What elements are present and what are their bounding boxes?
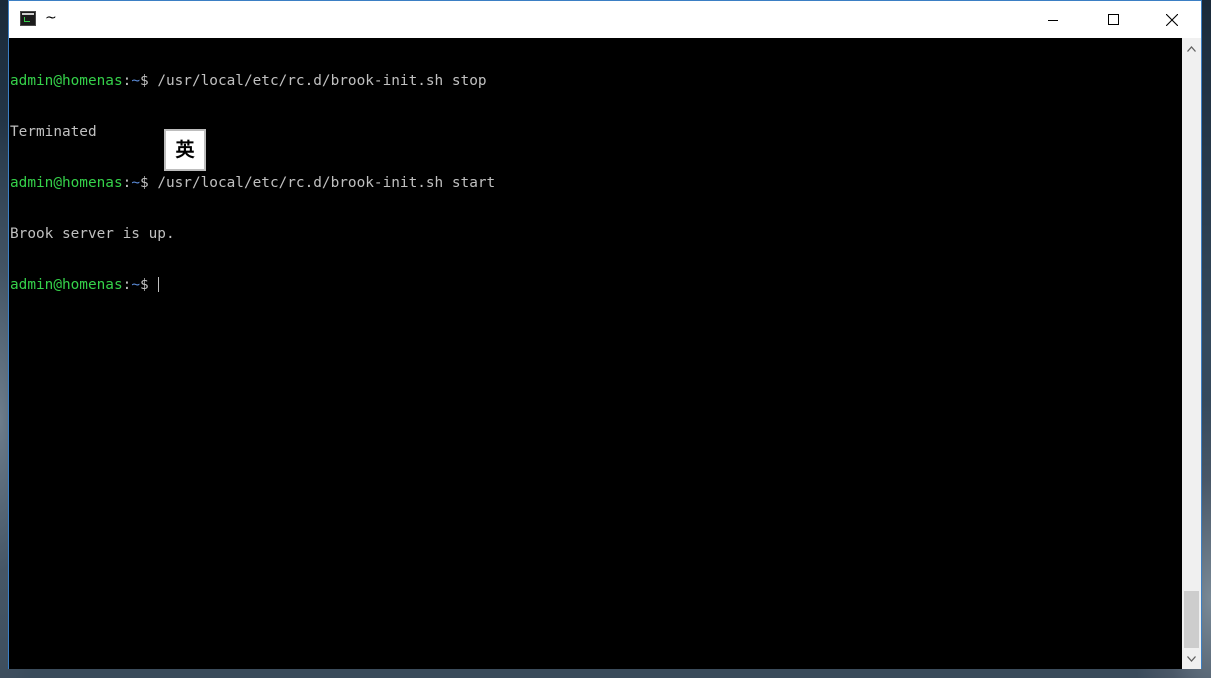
prompt-path: ~ [131, 175, 140, 191]
scrollbar-thumb[interactable] [1184, 591, 1199, 648]
prompt-separator: : [122, 73, 132, 89]
prompt-separator: : [122, 277, 132, 293]
terminal-line-prompt: admin@homenas:~$ /usr/local/etc/rc.d/bro… [10, 175, 1182, 192]
prompt-user: admin@homenas [10, 175, 123, 191]
terminal-output[interactable]: admin@homenas:~$ /usr/local/etc/rc.d/bro… [9, 38, 1182, 669]
maximize-button[interactable] [1084, 1, 1142, 38]
prompt-symbol: $ [139, 73, 158, 89]
window-title: ~ [45, 10, 57, 26]
scroll-down-button[interactable] [1182, 650, 1201, 667]
text-cursor [158, 277, 160, 292]
command-text: /usr/local/etc/rc.d/brook-init.sh stop [157, 73, 487, 89]
scroll-down-icon [1187, 655, 1196, 662]
vertical-scrollbar[interactable] [1182, 38, 1201, 669]
command-text: /usr/local/etc/rc.d/brook-init.sh start [157, 175, 496, 191]
maximize-icon [1107, 14, 1119, 25]
prompt-user: admin@homenas [10, 73, 123, 89]
terminal-app-icon[interactable] [20, 11, 36, 26]
prompt-separator: : [122, 175, 132, 191]
prompt-symbol: $ [139, 277, 158, 293]
prompt-path: ~ [131, 73, 140, 89]
title-bar[interactable]: ~ [9, 1, 1201, 38]
prompt-path: ~ [131, 277, 140, 293]
terminal-line-prompt-active[interactable]: admin@homenas:~$ [10, 277, 1182, 294]
minimize-button[interactable] [1024, 1, 1082, 38]
terminal-window: ~ admin@homenas:~$ /usr/local/etc/rc.d/b… [8, 0, 1202, 669]
prompt-symbol: $ [139, 175, 158, 191]
prompt-user: admin@homenas [10, 277, 123, 293]
terminal-line-output: Brook server is up. [10, 226, 175, 242]
ime-mode-indicator: 英 [164, 129, 206, 171]
scroll-up-icon [1187, 45, 1196, 52]
minimize-icon [1048, 19, 1058, 21]
scroll-up-button[interactable] [1182, 40, 1201, 57]
close-button[interactable] [1143, 1, 1201, 38]
terminal-line-prompt: admin@homenas:~$ /usr/local/etc/rc.d/bro… [10, 73, 1182, 90]
close-icon [1166, 13, 1178, 26]
